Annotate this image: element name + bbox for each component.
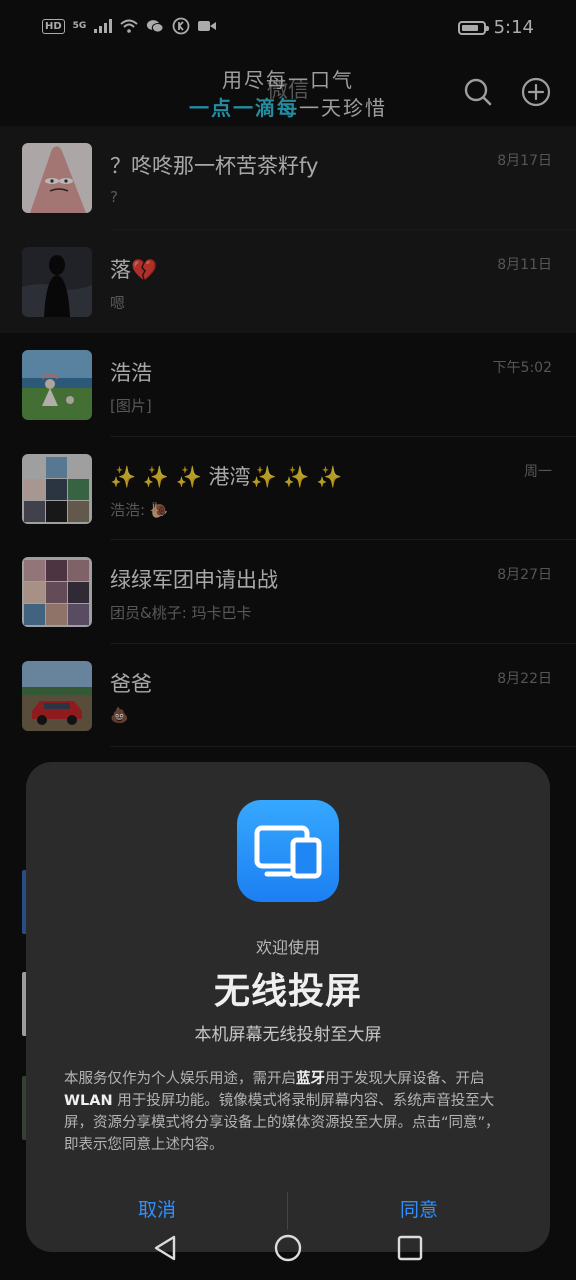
welcome-text: 欢迎使用 bbox=[255, 938, 320, 957]
back-icon[interactable] bbox=[148, 1230, 184, 1266]
body-text: 本服务仅作为个人娱乐用途，需开启 bbox=[64, 1071, 296, 1087]
dialog-body: 本服务仅作为个人娱乐用途，需开启蓝牙用于发现大屏设备、开启 WLAN 用于投屏功… bbox=[64, 1068, 514, 1156]
body-text: 用于投屏功能。镜像模式将录制屏幕内容、系统声音投至大屏，资源分享模式将分享设备上… bbox=[64, 1093, 500, 1153]
recent-apps-icon[interactable] bbox=[392, 1230, 428, 1266]
body-text: 用于发现大屏设备、开启 bbox=[325, 1071, 485, 1087]
home-icon[interactable] bbox=[270, 1230, 306, 1266]
dialog-subtitle: 本机屏幕无线投射至大屏 bbox=[194, 1025, 382, 1045]
body-bold-wlan: WLAN bbox=[64, 1093, 113, 1109]
dialog-title: 无线投屏 bbox=[213, 971, 362, 1012]
screen-cast-dialog: 欢迎使用 无线投屏 本机屏幕无线投射至大屏 本服务仅作为个人娱乐用途，需开启蓝牙… bbox=[26, 762, 550, 1252]
body-bold-bluetooth: 蓝牙 bbox=[296, 1071, 325, 1087]
system-nav-bar bbox=[0, 1216, 576, 1280]
screen-cast-icon bbox=[237, 800, 339, 902]
